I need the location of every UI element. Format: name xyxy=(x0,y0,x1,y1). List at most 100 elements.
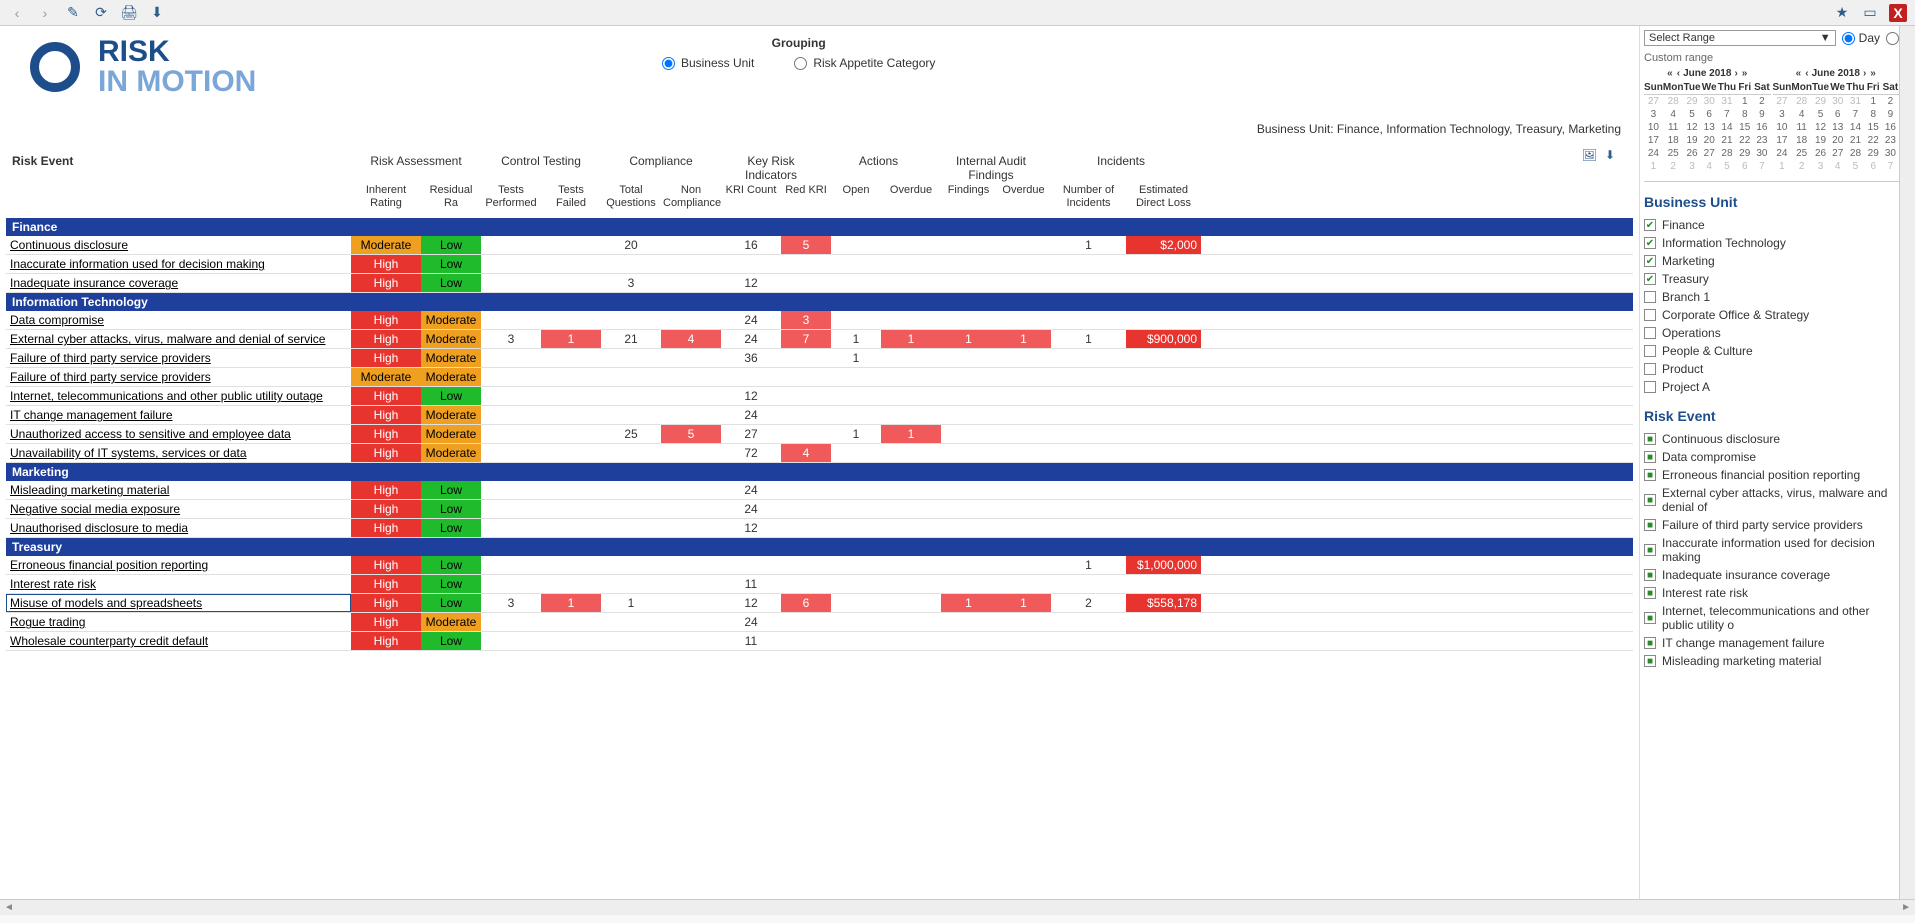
cal-day[interactable]: 1 xyxy=(1644,160,1663,173)
cal-day[interactable]: 13 xyxy=(1829,121,1846,134)
cal-day[interactable]: 21 xyxy=(1718,134,1736,147)
cal-day[interactable]: 15 xyxy=(1865,121,1882,134)
risk-event-link[interactable]: Rogue trading xyxy=(10,615,85,629)
cal-day[interactable]: 3 xyxy=(1644,108,1663,121)
cal-day[interactable]: 29 xyxy=(1736,147,1753,160)
cal-day[interactable]: 8 xyxy=(1736,108,1753,121)
cal-day[interactable]: 24 xyxy=(1773,147,1792,160)
refresh-icon[interactable]: ⟳ xyxy=(92,4,110,22)
cal-day[interactable]: 27 xyxy=(1829,147,1846,160)
re-filter-item[interactable]: ■Failure of third party service provider… xyxy=(1644,516,1899,534)
cal-day[interactable]: 12 xyxy=(1683,121,1700,134)
cal-day[interactable]: 14 xyxy=(1846,121,1864,134)
cal-day[interactable]: 4 xyxy=(1791,108,1812,121)
cal-day[interactable]: 26 xyxy=(1812,147,1829,160)
cal-day[interactable]: 5 xyxy=(1812,108,1829,121)
export-download-icon[interactable]: ⬇ xyxy=(1605,148,1615,162)
cal-day[interactable]: 21 xyxy=(1846,134,1864,147)
cal-day[interactable]: 26 xyxy=(1683,147,1700,160)
cal-day[interactable]: 19 xyxy=(1812,134,1829,147)
cal-day[interactable]: 10 xyxy=(1644,121,1663,134)
download-icon[interactable]: ⬇ xyxy=(148,4,166,22)
cal-next-icon[interactable]: › xyxy=(1862,68,1867,79)
cal-day[interactable]: 19 xyxy=(1683,134,1700,147)
re-filter-item[interactable]: ■Misleading marketing material xyxy=(1644,652,1899,670)
cal-day[interactable]: 6 xyxy=(1829,108,1846,121)
risk-event-link[interactable]: Failure of third party service providers xyxy=(10,351,211,365)
cal-day[interactable]: 9 xyxy=(1753,108,1770,121)
risk-event-link[interactable]: Unauthorised disclosure to media xyxy=(10,521,188,535)
cal-day[interactable]: 30 xyxy=(1882,147,1899,160)
cal-day[interactable]: 29 xyxy=(1865,147,1882,160)
cal-day[interactable]: 16 xyxy=(1753,121,1770,134)
select-range-dropdown[interactable]: Select Range▼ xyxy=(1644,30,1836,46)
cal-last-icon[interactable]: » xyxy=(1741,68,1749,79)
back-icon[interactable]: ‹ xyxy=(8,4,26,22)
cal-day[interactable]: 4 xyxy=(1701,160,1718,173)
re-filter-item[interactable]: ■Inadequate insurance coverage xyxy=(1644,566,1899,584)
cal-day[interactable]: 28 xyxy=(1791,95,1812,108)
scrollbar-horizontal[interactable]: ◄► xyxy=(0,899,1915,915)
cal-day[interactable]: 30 xyxy=(1753,147,1770,160)
cal-last-icon[interactable]: » xyxy=(1869,68,1877,79)
bu-filter-item[interactable]: Project A xyxy=(1644,378,1899,396)
cal-day[interactable]: 7 xyxy=(1846,108,1864,121)
bu-filter-item[interactable]: ✔Information Technology xyxy=(1644,234,1899,252)
cal-day[interactable]: 30 xyxy=(1829,95,1846,108)
cal-day[interactable]: 28 xyxy=(1846,147,1864,160)
cal-day[interactable]: 3 xyxy=(1812,160,1829,173)
cal-day[interactable]: 7 xyxy=(1882,160,1899,173)
cal-day[interactable]: 23 xyxy=(1882,134,1899,147)
cal-day[interactable]: 15 xyxy=(1736,121,1753,134)
cal-day[interactable]: 13 xyxy=(1701,121,1718,134)
cal-day[interactable]: 18 xyxy=(1663,134,1684,147)
cal-first-icon[interactable]: « xyxy=(1666,68,1674,79)
cal-day[interactable]: 17 xyxy=(1773,134,1792,147)
scrollbar-vertical[interactable] xyxy=(1899,26,1915,899)
cal-day[interactable]: 31 xyxy=(1718,95,1736,108)
cal-day[interactable]: 10 xyxy=(1773,121,1792,134)
cal-day[interactable]: 20 xyxy=(1829,134,1846,147)
radio-other[interactable] xyxy=(1886,32,1899,45)
cal-day[interactable]: 3 xyxy=(1773,108,1792,121)
cal-day[interactable]: 11 xyxy=(1791,121,1812,134)
cal-day[interactable]: 25 xyxy=(1791,147,1812,160)
cal-day[interactable]: 1 xyxy=(1736,95,1753,108)
cal-day[interactable]: 22 xyxy=(1865,134,1882,147)
cal-next-icon[interactable]: › xyxy=(1733,68,1738,79)
risk-event-link[interactable]: Data compromise xyxy=(10,313,104,327)
re-filter-item[interactable]: ■IT change management failure xyxy=(1644,634,1899,652)
re-filter-item[interactable]: ■Continuous disclosure xyxy=(1644,430,1899,448)
cal-day[interactable]: 7 xyxy=(1753,160,1770,173)
cal-day[interactable]: 29 xyxy=(1683,95,1700,108)
cal-day[interactable]: 5 xyxy=(1846,160,1864,173)
risk-event-link[interactable]: Erroneous financial position reporting xyxy=(10,558,208,572)
cal-day[interactable]: 5 xyxy=(1683,108,1700,121)
print-icon[interactable]: 🖨 xyxy=(120,4,138,22)
bu-filter-item[interactable]: ✔Treasury xyxy=(1644,270,1899,288)
risk-event-link[interactable]: Unavailability of IT systems, services o… xyxy=(10,446,247,460)
bu-filter-item[interactable]: Operations xyxy=(1644,324,1899,342)
re-filter-item[interactable]: ■External cyber attacks, virus, malware … xyxy=(1644,484,1899,516)
risk-event-link[interactable]: Misuse of models and spreadsheets xyxy=(10,596,202,610)
cal-day[interactable]: 12 xyxy=(1812,121,1829,134)
risk-event-link[interactable]: Internet, telecommunications and other p… xyxy=(10,389,323,403)
risk-event-link[interactable]: Failure of third party service providers xyxy=(10,370,211,384)
cal-day[interactable]: 22 xyxy=(1736,134,1753,147)
cal-day[interactable]: 8 xyxy=(1865,108,1882,121)
cal-day[interactable]: 27 xyxy=(1701,147,1718,160)
risk-event-link[interactable]: Inaccurate information used for decision… xyxy=(10,257,265,271)
re-filter-item[interactable]: ■Interest rate risk xyxy=(1644,584,1899,602)
cal-prev-icon[interactable]: ‹ xyxy=(1676,68,1681,79)
risk-event-link[interactable]: Interest rate risk xyxy=(10,577,96,591)
edit-icon[interactable]: ✎ xyxy=(64,4,82,22)
cal-first-icon[interactable]: « xyxy=(1795,68,1803,79)
cal-day[interactable]: 4 xyxy=(1829,160,1846,173)
cal-day[interactable]: 2 xyxy=(1663,160,1684,173)
bu-filter-item[interactable]: ✔Finance xyxy=(1644,216,1899,234)
cal-day[interactable]: 24 xyxy=(1644,147,1663,160)
cal-day[interactable]: 16 xyxy=(1882,121,1899,134)
cal-day[interactable]: 14 xyxy=(1718,121,1736,134)
cal-day[interactable]: 17 xyxy=(1644,134,1663,147)
cal-day[interactable]: 11 xyxy=(1663,121,1684,134)
